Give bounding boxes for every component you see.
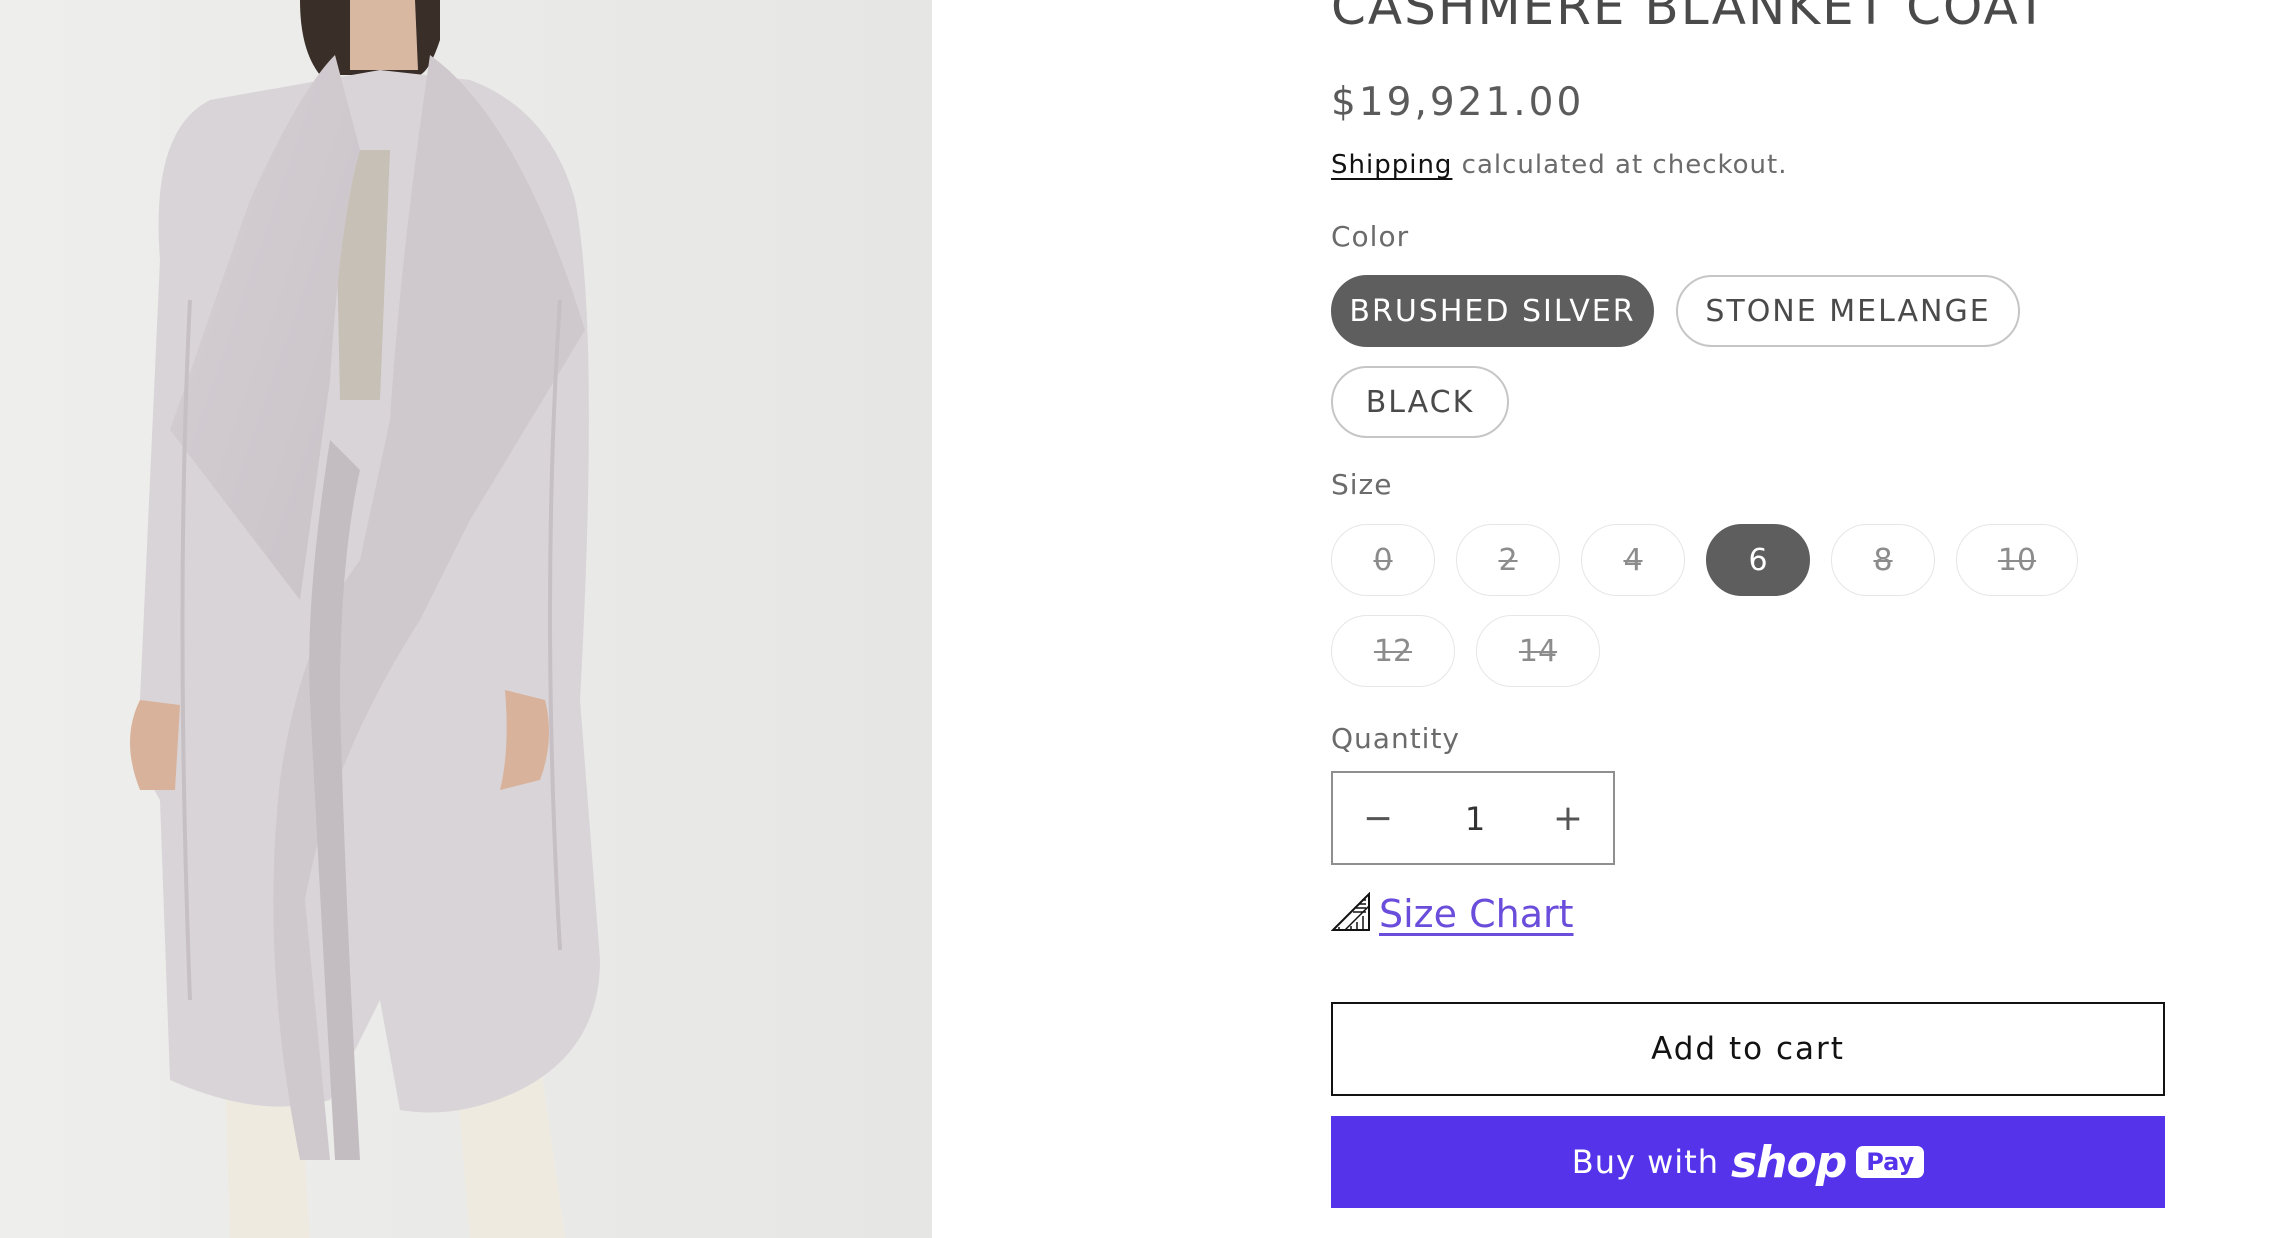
product-image[interactable] (0, 0, 932, 1238)
coat-model-photo (0, 0, 932, 1238)
shipping-note: Shipping calculated at checkout. (1331, 150, 1787, 180)
color-option-brushed-silver[interactable]: BRUSHED SILVER (1331, 275, 1654, 347)
size-chart-link[interactable]: Size Chart (1379, 892, 1574, 936)
size-label: Size (1331, 468, 1393, 501)
size-option-8[interactable]: 8 (1831, 524, 1935, 596)
size-option-6[interactable]: 6 (1706, 524, 1810, 596)
size-option-12[interactable]: 12 (1331, 615, 1455, 687)
ruler-icon (1330, 891, 1371, 936)
shipping-text: calculated at checkout. (1452, 150, 1788, 180)
size-option-4[interactable]: 4 (1581, 524, 1685, 596)
buy-with-label: Buy with (1571, 1143, 1719, 1181)
quantity-stepper: − + (1331, 771, 1615, 865)
size-option-0[interactable]: 0 (1331, 524, 1435, 596)
size-option-14[interactable]: 14 (1476, 615, 1600, 687)
add-to-cart-button[interactable]: Add to cart (1331, 1002, 2165, 1096)
buy-with-shop-pay-button[interactable]: Buy with shop Pay (1331, 1116, 2165, 1208)
color-label: Color (1331, 220, 1410, 253)
product-price: $19,921.00 (1331, 80, 1585, 125)
pay-badge: Pay (1856, 1146, 1925, 1178)
color-option-black[interactable]: BLACK (1331, 366, 1509, 438)
size-option-10[interactable]: 10 (1956, 524, 2078, 596)
quantity-input[interactable] (1423, 773, 1527, 865)
quantity-label: Quantity (1331, 722, 1460, 755)
quantity-increase-button[interactable]: + (1523, 773, 1613, 863)
shipping-link[interactable]: Shipping (1331, 150, 1452, 180)
size-chart: Size Chart (1330, 891, 1574, 936)
color-option-stone-melange[interactable]: STONE MELANGE (1676, 275, 2020, 347)
size-option-2[interactable]: 2 (1456, 524, 1560, 596)
shop-logo: shop (1730, 1136, 1847, 1188)
product-info: CASHMERE BLANKET COAT $19,921.00 Shippin… (1330, 0, 2165, 1238)
product-title: CASHMERE BLANKET COAT (1331, 0, 2049, 36)
quantity-decrease-button[interactable]: − (1333, 773, 1423, 863)
